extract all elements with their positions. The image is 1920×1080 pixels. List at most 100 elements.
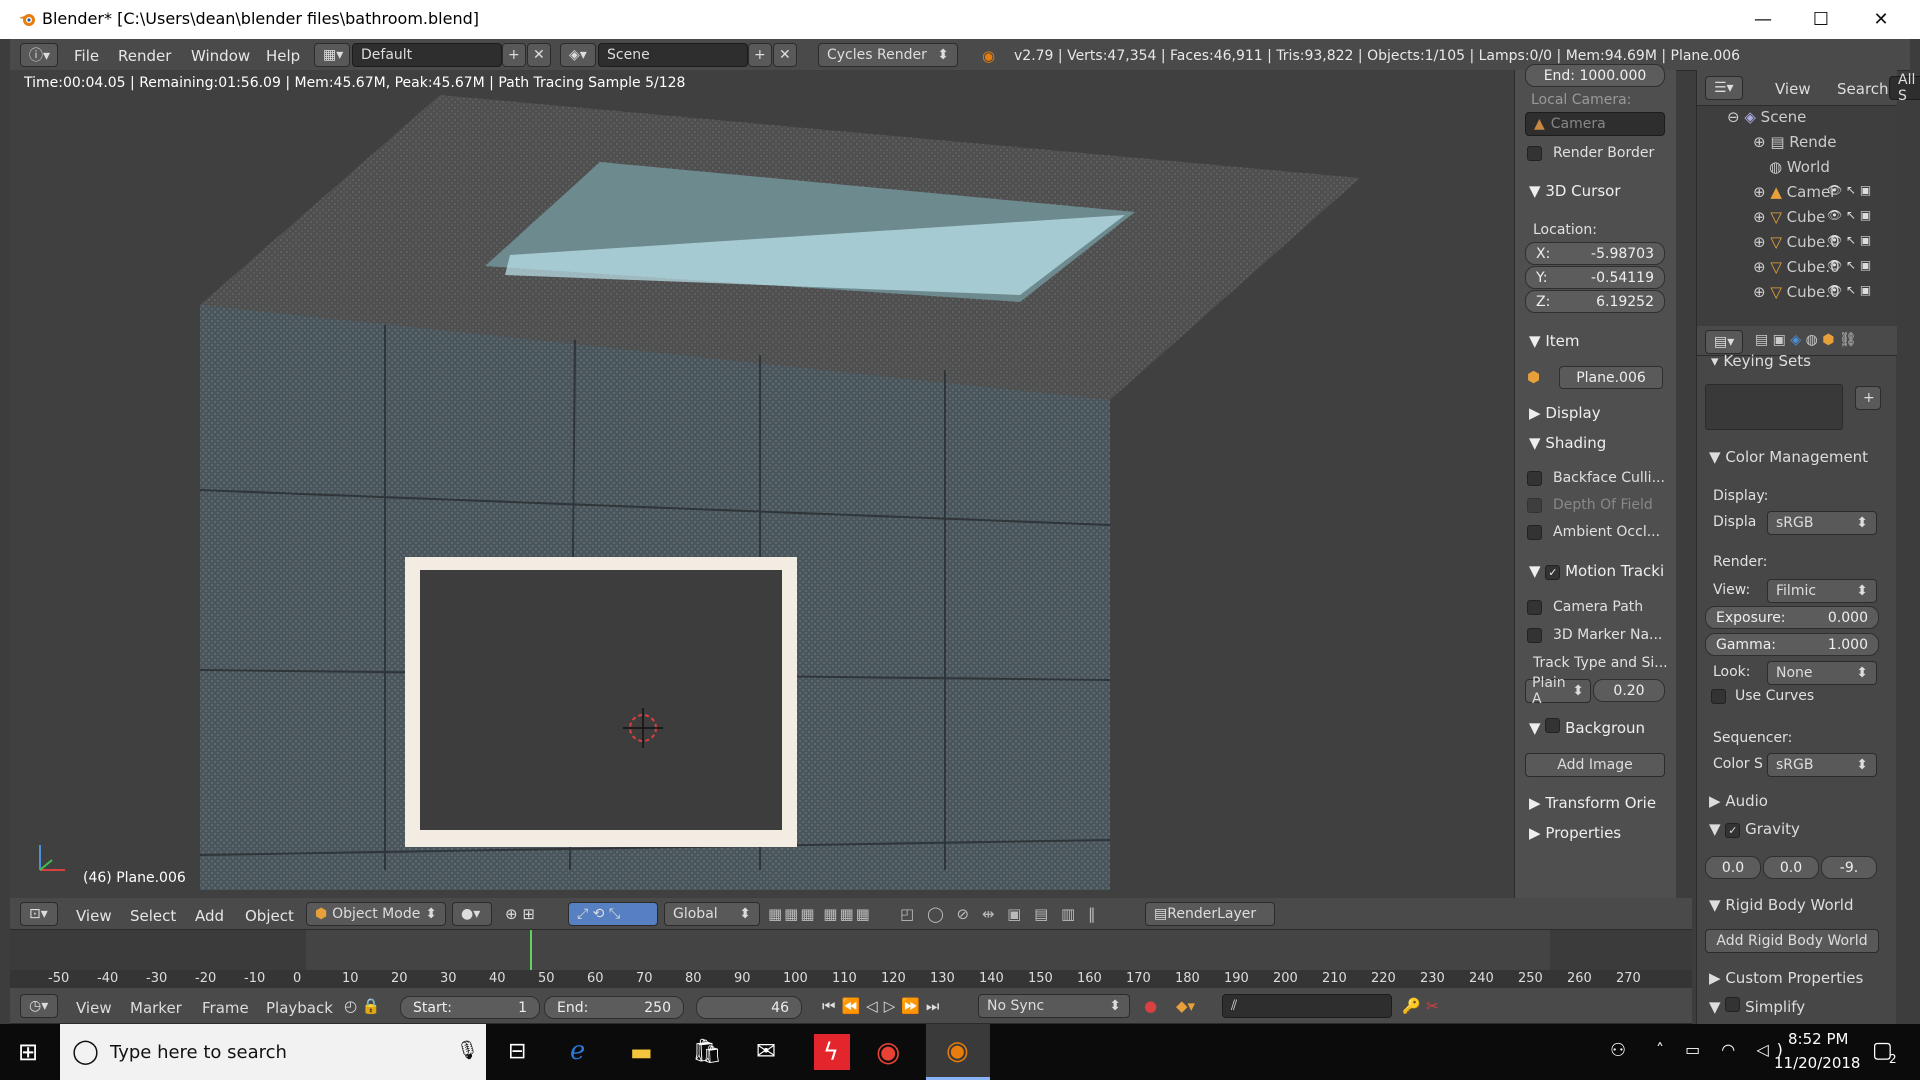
remove-scene-icon[interactable]: ✕ [773, 43, 797, 67]
display-device-dropdown[interactable]: sRGB ⬍ [1767, 511, 1877, 535]
render-border-checkbox[interactable] [1527, 146, 1542, 161]
rigid-body-world-title[interactable]: ▼ Rigid Body World [1709, 896, 1854, 914]
insert-keyframe-icon[interactable]: 🔑 [1402, 997, 1421, 1015]
object-mode-dropdown[interactable]: ⬢ Object Mode ⬍ [306, 902, 446, 926]
outliner-search-menu[interactable]: Search [1837, 80, 1889, 98]
timeline-menu-frame[interactable]: Frame [202, 999, 249, 1017]
file-explorer-icon[interactable]: ▬ [630, 1038, 653, 1066]
screen-layout-icon[interactable]: ▦▾ [314, 43, 350, 67]
current-frame-marker[interactable] [530, 930, 532, 974]
visibility-eye-icon[interactable]: 👁 ↖ ▣ [1827, 258, 1871, 272]
visibility-eye-icon[interactable]: 👁 ↖ ▣ [1827, 208, 1871, 222]
properties-editor[interactable]: ▤▾ ▤ ▣ ◈ ◍ ⬢ ⛓ ▾ Keying Sets + ▼ Color M… [1696, 326, 1897, 1024]
display-panel-title[interactable]: ▶ Display [1529, 404, 1601, 422]
store-icon[interactable]: 🛍 [692, 1037, 722, 1065]
ambient-occlusion-checkbox[interactable] [1527, 525, 1542, 540]
render-engine-dropdown[interactable]: Cycles Render ⬍ [818, 43, 958, 67]
shading-panel-title[interactable]: ▼ Shading [1529, 434, 1606, 452]
orientation-dropdown[interactable]: Global ⬍ [664, 902, 760, 926]
taskbar-search-placeholder[interactable]: Type here to search [110, 1042, 287, 1063]
menu-window[interactable]: Window [191, 47, 250, 65]
add-rigid-body-world-button[interactable]: Add Rigid Body World [1705, 929, 1879, 953]
edge-browser-icon[interactable]: ℯ [570, 1036, 585, 1066]
add-scene-icon[interactable]: + [748, 43, 772, 67]
sequencer-color-dropdown[interactable]: sRGB ⬍ [1767, 753, 1877, 777]
clip-end-field[interactable]: End: 1000.000 [1525, 64, 1665, 87]
viewport-menu-object[interactable]: Object [245, 907, 294, 925]
motion-tracking-panel-title[interactable]: ▼ ✓ Motion Tracki [1529, 562, 1664, 580]
visibility-eye-icon[interactable]: 👁 ↖ ▣ [1827, 283, 1871, 297]
gravity-checkbox[interactable]: ✓ [1725, 823, 1741, 838]
remove-layout-icon[interactable]: ✕ [527, 43, 551, 67]
add-image-button[interactable]: Add Image [1525, 753, 1665, 777]
timeline[interactable]: -50 -40 -30 -20 -10 0 10 20 30 40 50 60 70 80 90 100 110… [10, 930, 1692, 1024]
playback-controls-icon[interactable]: ⏮⏪◁▷⏩⏭ [822, 997, 945, 1015]
audio-panel-title[interactable]: ▶ Audio [1709, 792, 1768, 810]
auto-keying-record-icon[interactable]: ● [1144, 997, 1157, 1015]
taskbar-clock[interactable]: 8:52 PM [1788, 1030, 1848, 1048]
close-button[interactable]: ✕ [1852, 0, 1910, 39]
timeline-menu-view[interactable]: View [76, 999, 112, 1017]
timeline-editor-icon[interactable]: ◷▾ [20, 994, 58, 1018]
outliner-row-render[interactable]: ⊕ ▤ Rende [1753, 133, 1837, 151]
sync-mode-dropdown[interactable]: No Sync ⬍ [978, 994, 1130, 1018]
use-curves-checkbox[interactable] [1711, 689, 1726, 704]
flash-app-icon[interactable]: ϟ [814, 1034, 850, 1070]
depth-of-field-checkbox[interactable] [1527, 498, 1542, 513]
properties-panel-title[interactable]: ▶ Properties [1529, 824, 1621, 842]
keying-set-icon[interactable]: ◆▾ [1176, 997, 1195, 1015]
people-icon[interactable]: ⚇ [1610, 1040, 1626, 1061]
timeline-menu-marker[interactable]: Marker [130, 999, 182, 1017]
simplify-checkbox[interactable] [1725, 997, 1741, 1012]
add-layout-icon[interactable]: + [502, 43, 526, 67]
screen-layout-field[interactable]: Default [352, 43, 502, 67]
menu-help[interactable]: Help [266, 47, 300, 65]
pivot-point-icon[interactable]: ⊕ ⊞ [505, 905, 535, 923]
start-frame-field[interactable]: Start: 1 [400, 996, 540, 1019]
microphone-icon[interactable]: 🎙 [456, 1040, 479, 1061]
gravity-z-field[interactable]: -9. [1821, 856, 1877, 879]
properties-tabs-icon[interactable]: ▤ ▣ ◈ ◍ ⬢ ⛓ [1755, 332, 1857, 348]
minimize-button[interactable]: — [1734, 0, 1792, 39]
view-transform-dropdown[interactable]: Filmic ⬍ [1767, 579, 1877, 603]
outliner-editor-icon[interactable]: ☰▾ [1705, 76, 1743, 100]
outliner-row-world[interactable]: ◍ World [1769, 158, 1830, 176]
background-checkbox[interactable] [1545, 718, 1561, 733]
gamma-field[interactable]: Gamma: 1.000 [1705, 633, 1879, 656]
item-name-field[interactable]: Plane.006 [1559, 366, 1663, 389]
properties-editor-icon[interactable]: ▤▾ [1705, 330, 1743, 354]
3d-viewport[interactable]: Time:00:04.05 | Remaining:01:56.09 | Mem… [10, 70, 1514, 898]
cursor-x-field[interactable]: X: -5.98703 [1525, 242, 1665, 265]
local-camera-field[interactable]: ▲ Camera [1525, 112, 1665, 136]
item-panel-title[interactable]: ▼ Item [1529, 332, 1579, 350]
windows-start-icon[interactable]: ⊞ [18, 1038, 38, 1066]
maximize-button[interactable]: ☐ [1792, 0, 1850, 39]
viewport-menu-select[interactable]: Select [130, 907, 176, 925]
exposure-field[interactable]: Exposure: 0.000 [1705, 606, 1879, 629]
taskbar-date[interactable]: 11/20/2018 [1774, 1054, 1860, 1072]
outliner-row-cube[interactable]: ⊕ ▽ Cube [1753, 208, 1825, 226]
viewport-menu-add[interactable]: Add [195, 907, 224, 925]
scene-field[interactable]: Scene [598, 43, 748, 67]
viewport-shading-icon[interactable]: ●▾ [452, 902, 492, 926]
outliner-view-menu[interactable]: View [1775, 80, 1811, 98]
transform-orientations-panel-title[interactable]: ▶ Transform Orie [1529, 794, 1656, 812]
menu-render[interactable]: Render [118, 47, 171, 65]
simplify-panel-title[interactable]: ▼ Simplify [1709, 997, 1805, 1016]
track-size-field[interactable]: 0.20 [1593, 679, 1665, 702]
editor-type-info-icon[interactable]: ⓘ▾ [20, 43, 58, 67]
active-keying-set-field[interactable]: ⫽ [1222, 994, 1392, 1018]
preview-range-icon[interactable]: ◴ 🔒 [344, 997, 381, 1015]
backface-culling-checkbox[interactable] [1527, 471, 1542, 486]
track-type-dropdown[interactable]: Plain A ⬍ [1525, 675, 1591, 707]
look-dropdown[interactable]: None ⬍ [1767, 661, 1877, 685]
cursor-panel-title[interactable]: ▼ 3D Cursor [1529, 182, 1620, 200]
scene-row[interactable]: ⊖ ◈ Scene [1727, 108, 1806, 126]
timeline-menu-playback[interactable]: Playback [266, 999, 333, 1017]
camera-path-checkbox[interactable] [1527, 600, 1542, 615]
current-frame-field[interactable]: 46 [696, 996, 802, 1019]
blender-taskbar-button[interactable]: ◉ [926, 1024, 990, 1080]
viewport-editor-icon[interactable]: ⊡▾ [20, 902, 58, 926]
snap-tools-icon[interactable]: ◰ ◯ ⊘ ⇹ ▣ ▤ ▥ ‖ [900, 905, 1100, 923]
marker-names-checkbox[interactable] [1527, 628, 1542, 643]
